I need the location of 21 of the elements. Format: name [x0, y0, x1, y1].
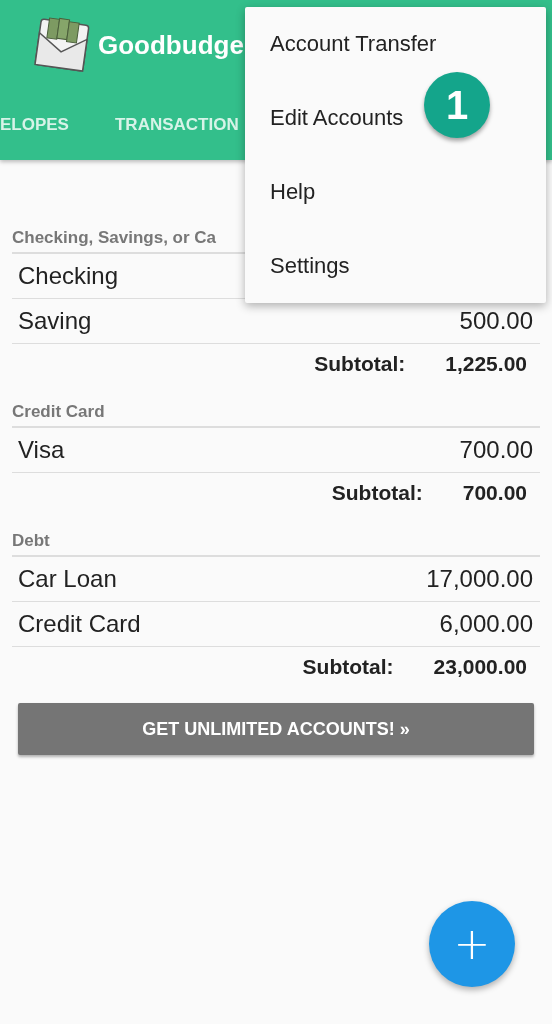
account-amount: 17,000.00 — [426, 565, 533, 593]
subtotal-label: Subtotal: — [314, 352, 406, 376]
account-name: Credit Card — [18, 610, 141, 638]
subtotal-amount: 700.00 — [462, 481, 527, 505]
subtotal-label: Subtotal: — [302, 655, 394, 679]
subtotal-amount: 1,225.00 — [445, 352, 527, 376]
menu-item[interactable]: Edit Accounts — [245, 81, 404, 155]
upgrade-button[interactable]: GET UNLIMITED ACCOUNTS! » — [18, 703, 534, 755]
account-amount: 500.00 — [459, 307, 533, 335]
app-title: Goodbudge — [98, 29, 244, 61]
section-header: Debt — [12, 531, 540, 557]
account-name: Car Loan — [18, 565, 117, 593]
subtotal-label: Subtotal: — [331, 481, 423, 505]
account-name: Visa — [18, 436, 65, 464]
subtotal-amount: 23,000.00 — [433, 655, 527, 679]
account-name: Checking — [18, 262, 119, 290]
account-amount: 6,000.00 — [439, 610, 533, 638]
section-header: Credit Card — [12, 402, 540, 428]
account-name: Saving — [18, 307, 92, 335]
account-amount: 700.00 — [459, 436, 533, 464]
menu-item[interactable]: Help — [245, 155, 316, 229]
